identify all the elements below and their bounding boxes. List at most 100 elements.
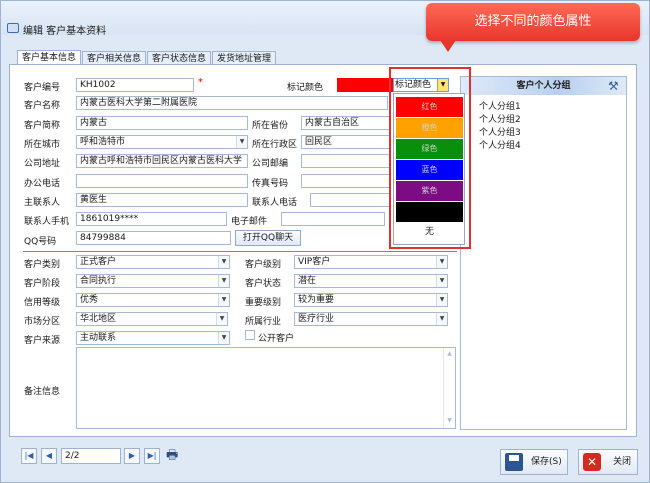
contact-phone-input[interactable] — [310, 193, 391, 207]
address-label: 公司地址 — [24, 159, 61, 169]
scroll-down-icon[interactable]: ▼ — [444, 417, 455, 424]
tab-strip: 客户基本信息 客户相关信息 客户状态信息 发货地址管理 — [17, 50, 277, 66]
email-input[interactable] — [281, 212, 385, 226]
required-marker: * — [198, 77, 203, 88]
postcode-input[interactable] — [301, 154, 391, 168]
city-label: 所在城市 — [24, 140, 61, 150]
chevron-down-icon[interactable]: ▼ — [218, 332, 229, 344]
callout-tail — [440, 40, 456, 52]
group-item[interactable]: 个人分组1 — [479, 99, 521, 112]
save-icon — [505, 453, 523, 471]
group-item[interactable]: 个人分组4 — [479, 138, 521, 151]
credit-label: 信用等级 — [24, 298, 61, 308]
fax-label: 传真号码 — [252, 179, 289, 189]
importance-select[interactable]: 较为重要 ▼ — [294, 293, 448, 307]
stage-value: 合同执行 — [80, 276, 117, 286]
city-select[interactable]: 呼和浩特市 ▼ — [76, 135, 248, 149]
status-select[interactable]: 潜在 ▼ — [294, 274, 448, 288]
chevron-down-icon[interactable]: ▼ — [218, 256, 229, 268]
market-select[interactable]: 华北地区 ▼ — [76, 312, 228, 326]
save-button[interactable]: 保存(S) — [500, 449, 568, 475]
office-phone-input[interactable] — [76, 174, 248, 188]
customer-no-input[interactable]: KH1002 — [76, 78, 194, 92]
importance-label: 重要级别 — [245, 298, 282, 308]
status-label: 客户状态 — [245, 279, 282, 289]
mobile-label: 联系人手机 — [24, 217, 70, 227]
scroll-up-icon[interactable]: ▲ — [444, 350, 455, 357]
group-item[interactable]: 个人分组2 — [479, 112, 521, 125]
chevron-down-icon[interactable]: ▼ — [436, 256, 447, 268]
qq-input[interactable]: 84799884 — [76, 231, 231, 245]
next-icon: ▶ — [128, 451, 136, 460]
importance-value: 较为重要 — [298, 295, 335, 305]
mobile-input[interactable]: 1861019**** — [76, 212, 227, 226]
status-value: 潜在 — [298, 276, 317, 286]
level-label: 客户级别 — [245, 260, 282, 270]
province-select[interactable]: 内蒙古自治区 — [301, 116, 391, 130]
chevron-down-icon[interactable]: ▼ — [218, 275, 229, 287]
contact-phone-label: 联系人电话 — [252, 198, 298, 208]
level-select[interactable]: VIP客户 ▼ — [294, 255, 448, 269]
memo-scrollbar[interactable]: ▲ ▼ — [443, 348, 455, 428]
group-panel-header: 客户个人分组 — [461, 77, 626, 95]
public-customer-checkbox[interactable] — [245, 330, 255, 340]
chevron-down-icon[interactable]: ▼ — [216, 313, 227, 325]
contact-input[interactable]: 黄医生 — [76, 193, 248, 207]
stage-select[interactable]: 合同执行 ▼ — [76, 274, 230, 288]
memo-textarea[interactable]: ▲ ▼ — [76, 347, 456, 429]
memo-label: 备注信息 — [24, 387, 61, 397]
contact-label: 主联系人 — [24, 198, 61, 208]
chevron-down-icon[interactable]: ▼ — [436, 313, 447, 325]
page-indicator[interactable]: 2/2 — [61, 448, 121, 464]
prev-record-button[interactable]: ◀ — [41, 448, 57, 464]
industry-label: 所属行业 — [245, 317, 282, 327]
first-icon: |◀ — [24, 451, 34, 460]
type-select[interactable]: 正式客户 ▼ — [76, 255, 230, 269]
group-item[interactable]: 个人分组3 — [479, 125, 521, 138]
customer-name-input[interactable]: 内蒙古医科大学第二附属医院 — [76, 96, 388, 110]
short-name-input[interactable]: 内蒙古 — [76, 116, 248, 130]
industry-value: 医疗行业 — [298, 314, 335, 324]
customer-name-label: 客户名称 — [24, 101, 61, 111]
district-select[interactable]: 回民区 — [301, 135, 391, 149]
credit-select[interactable]: 优秀 ▼ — [76, 293, 230, 307]
chevron-down-icon[interactable]: ▼ — [236, 136, 247, 148]
next-record-button[interactable]: ▶ — [124, 448, 140, 464]
email-label: 电子邮件 — [231, 217, 268, 227]
tools-icon[interactable]: ⚒ — [608, 79, 622, 93]
section-divider — [23, 251, 457, 252]
close-icon: ✕ — [583, 453, 601, 471]
group-panel-title: 客户个人分组 — [516, 81, 571, 91]
chevron-down-icon[interactable]: ▼ — [436, 275, 447, 287]
province-label: 所在省份 — [252, 121, 289, 131]
open-qq-chat-button[interactable]: 打开QQ聊天 — [235, 230, 301, 246]
customer-group-panel: 客户个人分组 ⚒ 个人分组1 个人分组2 个人分组3 个人分组4 — [460, 76, 627, 430]
highlight-frame — [389, 67, 471, 249]
print-icon[interactable]: 🖶 — [166, 447, 184, 465]
mark-color-label: 标记颜色 — [287, 83, 324, 93]
source-label: 客户来源 — [24, 336, 61, 346]
address-input[interactable]: 内蒙古呼和浩特市回民区内蒙古医科大学 — [76, 154, 248, 168]
credit-value: 优秀 — [80, 295, 99, 305]
source-value: 主动联系 — [80, 333, 117, 343]
market-value: 华北地区 — [80, 314, 117, 324]
postcode-label: 公司邮编 — [252, 159, 289, 169]
first-record-button[interactable]: |◀ — [21, 448, 37, 464]
chevron-down-icon[interactable]: ▼ — [436, 294, 447, 306]
stage-label: 客户阶段 — [24, 279, 61, 289]
last-icon: ▶| — [147, 451, 157, 460]
level-value: VIP客户 — [298, 257, 331, 267]
save-button-label: 保存(S) — [531, 457, 562, 467]
fax-input[interactable] — [301, 174, 391, 188]
close-button-label: 关闭 — [613, 457, 632, 467]
source-select[interactable]: 主动联系 ▼ — [76, 331, 230, 345]
close-button[interactable]: ✕ 关闭 — [578, 449, 638, 475]
chevron-down-icon[interactable]: ▼ — [218, 294, 229, 306]
color-swatch — [337, 78, 393, 92]
last-record-button[interactable]: ▶| — [144, 448, 160, 464]
industry-select[interactable]: 医疗行业 ▼ — [294, 312, 448, 326]
market-label: 市场分区 — [24, 317, 61, 327]
office-phone-label: 办公电话 — [24, 179, 61, 189]
callout-bubble: 选择不同的颜色属性 — [426, 3, 640, 41]
type-label: 客户类别 — [24, 260, 61, 270]
